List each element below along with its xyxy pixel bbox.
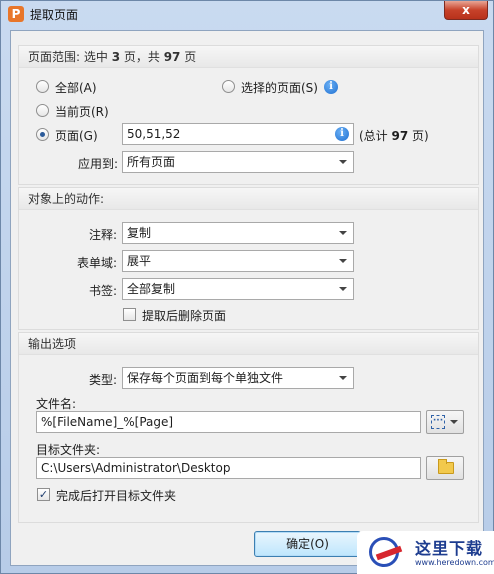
ok-button[interactable]: 确定(O)	[254, 531, 361, 557]
watermark-brand: 这里下载	[415, 539, 484, 558]
total-pages-text: (总计 97 页)	[359, 129, 429, 143]
form-field-label: 表单域:	[77, 256, 118, 270]
selected-pages-radio[interactable]	[222, 80, 235, 93]
apply-to-label: 应用到:	[78, 157, 119, 171]
page-numbers-input[interactable]: 50,51,52	[122, 123, 354, 145]
bookmark-value: 全部复制	[127, 282, 176, 296]
filename-label: 文件名:	[36, 397, 77, 411]
delete-after-label[interactable]: 提取后删除页面	[142, 307, 226, 324]
insert-macro-button[interactable]: ···	[426, 410, 464, 434]
dialog-body: 页面范围: 选中 3 页，共 97 页 全部(A) 选择的页面(S) i 当前页…	[10, 30, 484, 566]
apply-to-value: 所有页面	[127, 155, 176, 169]
page-numbers-radio[interactable]	[36, 128, 49, 141]
object-actions-section: 对象上的动作: 注释: 复制 表单域: 展平 书签: 全部复制 提取后删除页面	[18, 187, 479, 330]
title-bar: P 提取页面 x	[1, 1, 493, 29]
chevron-down-icon	[339, 231, 347, 235]
open-folder-after-checkbox[interactable]: ✓	[37, 488, 50, 501]
page-range-section: 页面范围: 选中 3 页，共 97 页 全部(A) 选择的页面(S) i 当前页…	[18, 45, 479, 185]
info-icon[interactable]: i	[335, 127, 349, 141]
total-page-count: 97	[163, 50, 181, 64]
target-folder-input[interactable]: C:\Users\Administrator\Desktop	[36, 457, 421, 479]
browse-folder-button[interactable]	[426, 456, 464, 480]
all-pages-label[interactable]: 全部(A)	[55, 79, 97, 96]
delete-after-checkbox[interactable]	[123, 308, 136, 321]
chevron-down-icon	[339, 259, 347, 263]
annotation-dropdown[interactable]: 复制	[122, 222, 354, 244]
output-type-dropdown[interactable]: 保存每个页面到每个单独文件	[122, 367, 354, 389]
output-type-label: 类型:	[89, 373, 118, 387]
dialog-window: P 提取页面 x 页面范围: 选中 3 页，共 97 页 全部(A) 选择的页面…	[0, 0, 494, 574]
current-page-radio[interactable]	[36, 104, 49, 117]
annotation-label: 注释:	[89, 228, 118, 242]
open-folder-after-label[interactable]: 完成后打开目标文件夹	[56, 487, 176, 504]
app-logo-icon: P	[8, 6, 24, 22]
chevron-down-icon	[450, 420, 458, 424]
close-button[interactable]: x	[444, 1, 488, 20]
form-field-value: 展平	[127, 254, 152, 268]
object-actions-header: 对象上的动作:	[19, 188, 478, 210]
insert-macro-icon: ···	[431, 415, 445, 429]
bookmark-label: 书签:	[89, 284, 118, 298]
page-range-header: 页面范围: 选中 3 页，共 97 页	[19, 46, 478, 68]
filename-input[interactable]: %[FileName]_%[Page]	[36, 411, 421, 433]
form-field-dropdown[interactable]: 展平	[122, 250, 354, 272]
target-folder-label: 目标文件夹:	[36, 443, 101, 457]
dialog-title: 提取页面	[30, 8, 79, 22]
chevron-down-icon	[339, 160, 347, 164]
info-icon[interactable]: i	[324, 80, 338, 94]
page-numbers-label[interactable]: 页面(G)	[55, 127, 98, 144]
output-options-header: 输出选项	[19, 333, 478, 355]
all-pages-radio[interactable]	[36, 80, 49, 93]
watermark-url: www.heredown.com	[415, 558, 494, 567]
annotation-value: 复制	[127, 226, 152, 240]
chevron-down-icon	[339, 376, 347, 380]
watermark-logo-icon	[369, 537, 399, 567]
output-type-value: 保存每个页面到每个单独文件	[127, 371, 284, 385]
folder-icon	[438, 459, 454, 474]
selected-pages-label[interactable]: 选择的页面(S)	[241, 79, 318, 96]
chevron-down-icon	[339, 287, 347, 291]
output-options-section: 输出选项 类型: 保存每个页面到每个单独文件 文件名: %[FileName]_…	[18, 332, 479, 523]
current-page-label[interactable]: 当前页(R)	[55, 103, 109, 120]
apply-to-dropdown[interactable]: 所有页面	[122, 151, 354, 173]
selected-page-count: 3	[111, 50, 121, 64]
bookmark-dropdown[interactable]: 全部复制	[122, 278, 354, 300]
watermark: 这里下载 www.heredown.com	[357, 531, 494, 574]
